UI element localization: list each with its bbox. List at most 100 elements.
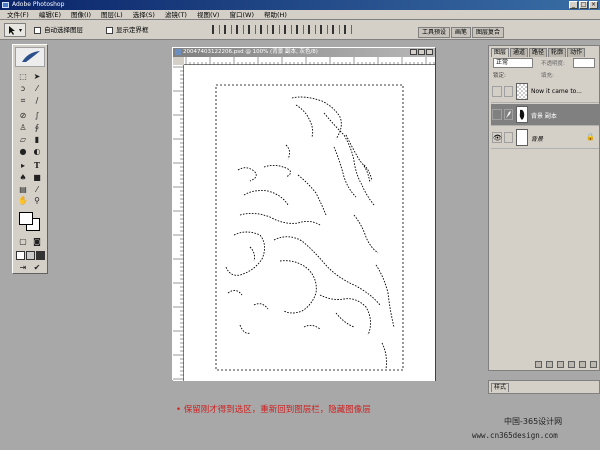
canvas-area[interactable]	[184, 65, 435, 381]
screen-mode-full-icon[interactable]	[36, 251, 45, 260]
layer-thumbnail	[516, 106, 528, 123]
distribute-right-icon[interactable]	[344, 25, 352, 34]
auto-select-layer-checkbox[interactable]	[34, 26, 41, 34]
layer-mask-button[interactable]	[546, 361, 553, 368]
layers-palette: 图层 通道 路径 轮廓 动作 正常 不透明度: 锁定: 填充: Now it c…	[488, 45, 600, 371]
menu-edit[interactable]: 编辑(E)	[34, 10, 66, 20]
doc-close-button[interactable]	[426, 49, 433, 55]
magic-wand-tool[interactable]: ⁄	[31, 83, 43, 94]
toolbox-header[interactable]	[15, 47, 45, 67]
tab-channels[interactable]: 通道	[510, 48, 529, 57]
menu-image[interactable]: 图像(I)	[66, 10, 96, 20]
layer-row-text[interactable]: Now it came to...	[491, 81, 599, 103]
tab-layers[interactable]: 图层	[491, 48, 510, 57]
doc-minimize-button[interactable]	[410, 49, 417, 55]
marquee-tool[interactable]: ⬚	[17, 71, 29, 82]
distribute-vcenter-icon[interactable]	[296, 25, 304, 34]
menu-filter[interactable]: 滤镜(T)	[160, 10, 192, 20]
minimize-button[interactable]: _	[569, 1, 578, 9]
lasso-tool[interactable]: ↄ	[17, 83, 29, 94]
dodge-tool[interactable]: ◐	[31, 146, 43, 157]
layer-set-button[interactable]	[557, 361, 564, 368]
blur-tool[interactable]: ●	[17, 146, 29, 157]
eye-icon[interactable]: 👁	[492, 132, 502, 143]
pen-tool[interactable]: ♠	[17, 172, 29, 183]
slice-tool[interactable]: ∕	[31, 95, 43, 106]
palette-well-tab-brushes[interactable]: 画笔	[451, 27, 472, 38]
layer-row-background-copy[interactable]: 背景 副本	[491, 104, 599, 126]
brush-tool[interactable]: ∫	[31, 110, 43, 121]
menu-select[interactable]: 选择(S)	[128, 10, 160, 20]
move-tool[interactable]: ➤	[31, 71, 43, 82]
menu-file[interactable]: 文件(F)	[2, 10, 34, 20]
screen-mode-standard-icon[interactable]	[16, 251, 25, 260]
gradient-tool[interactable]: ▮	[31, 134, 43, 145]
visibility-toggle[interactable]	[492, 109, 502, 120]
doc-maximize-button[interactable]	[418, 49, 425, 55]
magic-wand-icon: ⁄	[36, 84, 38, 93]
distribute-top-icon[interactable]	[284, 25, 292, 34]
distribute-hcenter-icon[interactable]	[332, 25, 340, 34]
menu-window[interactable]: 窗口(W)	[224, 10, 259, 20]
new-layer-button[interactable]	[579, 361, 586, 368]
healing-brush-tool[interactable]: ⊘	[17, 110, 29, 121]
foreground-color-swatch[interactable]	[19, 212, 33, 225]
distribute-left-icon[interactable]	[320, 25, 328, 34]
marquee-icon: ⬚	[19, 72, 27, 81]
visibility-toggle[interactable]	[492, 86, 502, 97]
menu-view[interactable]: 视图(V)	[192, 10, 225, 20]
standard-mode-button[interactable]: ▢	[17, 236, 29, 247]
type-tool[interactable]: T	[31, 160, 43, 171]
adjustment-layer-button[interactable]	[568, 361, 575, 368]
palette-well-tab-layer-comps[interactable]: 图层复合	[472, 27, 505, 38]
auto-select-layer-label: 自动选择图层	[44, 26, 83, 34]
show-bounding-box-checkbox[interactable]	[106, 26, 113, 34]
screen-mode-full-menu-icon[interactable]	[26, 251, 35, 260]
standard-mode-icon: ▢	[19, 237, 27, 246]
tab-contours[interactable]: 轮廓	[548, 48, 567, 57]
document-icon	[175, 49, 181, 55]
delete-layer-button[interactable]	[590, 361, 597, 368]
layers-palette-tabs: 图层 通道 路径 轮廓 动作	[491, 48, 586, 57]
clone-stamp-tool[interactable]: ♙	[17, 122, 29, 133]
link-slot[interactable]	[504, 132, 513, 143]
hand-tool[interactable]: ✋	[17, 195, 29, 206]
blend-mode-select[interactable]: 正常	[493, 58, 533, 68]
menu-layer[interactable]: 图层(L)	[96, 10, 128, 20]
lock-icon: 🔒	[586, 133, 595, 141]
menu-help[interactable]: 帮助(H)	[259, 10, 292, 20]
layer-row-background[interactable]: 👁 背景 🔒	[491, 127, 599, 149]
brush-slot-icon[interactable]	[504, 109, 513, 120]
tab-styles[interactable]: 样式	[491, 383, 510, 392]
align-bottom-icon[interactable]	[236, 25, 244, 34]
check-icon-button[interactable]: ✔	[31, 262, 43, 273]
selection-image	[215, 84, 404, 371]
zoom-tool[interactable]: ⚲	[31, 195, 43, 206]
maximize-button[interactable]: □	[579, 1, 588, 9]
notes-tool[interactable]: ▤	[17, 184, 29, 195]
shape-tool[interactable]: ■	[31, 172, 43, 183]
eyedropper-tool[interactable]: ⁄	[31, 184, 43, 195]
align-hcenter-icon[interactable]	[260, 25, 268, 34]
align-right-icon[interactable]	[272, 25, 280, 34]
quick-mask-button[interactable]: ◙	[31, 236, 43, 247]
palette-well-tab-tool-presets[interactable]: 工具预设	[418, 27, 451, 38]
align-top-icon[interactable]	[212, 25, 220, 34]
crop-tool[interactable]: ⌗	[17, 95, 29, 106]
opacity-input[interactable]	[573, 58, 595, 68]
tool-preset-picker[interactable]	[4, 23, 26, 37]
layer-style-button[interactable]	[535, 361, 542, 368]
jump-to-imageready-button[interactable]: ⇥	[17, 262, 29, 273]
tab-paths[interactable]: 路径	[529, 48, 548, 57]
path-selection-tool[interactable]: ▸	[17, 160, 29, 171]
document-titlebar[interactable]: 20047403122206.psd @ 100% (背景 副本, 灰色/8)	[173, 48, 435, 57]
zoom-icon: ⚲	[34, 196, 40, 205]
distribute-bottom-icon[interactable]	[308, 25, 316, 34]
link-slot[interactable]	[504, 86, 513, 97]
align-vcenter-icon[interactable]	[224, 25, 232, 34]
history-brush-tool[interactable]: ∮	[31, 122, 43, 133]
tab-actions[interactable]: 动作	[567, 48, 586, 57]
close-button[interactable]: ×	[589, 1, 598, 9]
align-left-icon[interactable]	[248, 25, 256, 34]
eraser-tool[interactable]: ▱	[17, 134, 29, 145]
